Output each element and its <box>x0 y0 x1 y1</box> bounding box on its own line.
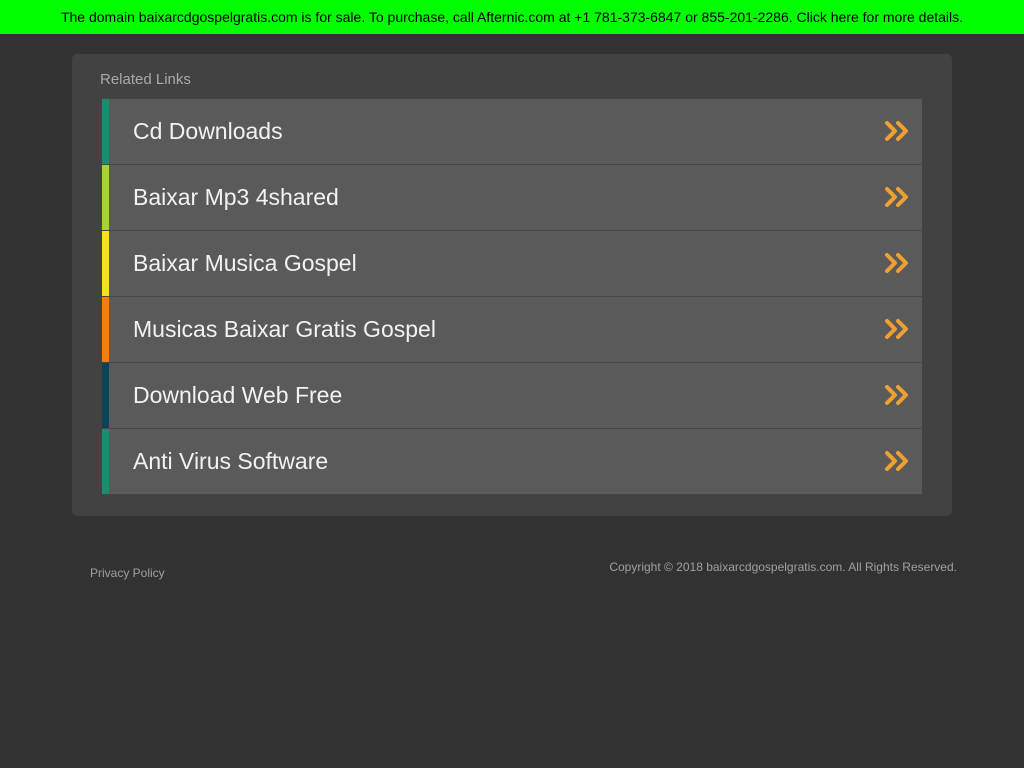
link-label: Download Web Free <box>133 382 343 408</box>
link-accent-bar <box>102 363 109 428</box>
related-link-download-web-free[interactable]: Download Web Free <box>102 363 922 429</box>
related-link-baixar-musica-gospel[interactable]: Baixar Musica Gospel <box>102 231 922 297</box>
link-label: Baixar Musica Gospel <box>133 250 357 276</box>
link-accent-bar <box>102 297 109 362</box>
double-chevron-right-icon <box>885 319 908 339</box>
related-links-list: Cd Downloads Baixar Mp3 4shared Baixar M… <box>102 98 922 495</box>
link-accent-bar <box>102 429 109 494</box>
related-links-panel: Related Links Cd Downloads Baixar Mp3 4s… <box>72 54 952 516</box>
double-chevron-right-icon <box>885 187 908 207</box>
double-chevron-right-icon <box>885 451 908 471</box>
related-link-musicas-baixar-gratis-gospel[interactable]: Musicas Baixar Gratis Gospel <box>102 297 922 363</box>
privacy-policy-link[interactable]: Privacy Policy <box>90 565 165 581</box>
copyright-text: Copyright © 2018 baixarcdgospelgratis.co… <box>609 560 957 574</box>
double-chevron-right-icon <box>885 385 908 405</box>
link-accent-bar <box>102 99 109 164</box>
domain-for-sale-banner[interactable]: The domain baixarcdgospelgratis.com is f… <box>0 0 1024 34</box>
double-chevron-right-icon <box>885 253 908 273</box>
link-label: Anti Virus Software <box>133 448 329 474</box>
banner-text: The domain baixarcdgospelgratis.com is f… <box>60 9 964 25</box>
link-accent-bar <box>102 165 109 230</box>
link-label: Cd Downloads <box>133 118 283 144</box>
related-link-cd-downloads[interactable]: Cd Downloads <box>102 98 922 165</box>
double-chevron-right-icon <box>885 121 908 141</box>
related-link-anti-virus-software[interactable]: Anti Virus Software <box>102 429 922 495</box>
link-accent-bar <box>102 231 109 296</box>
panel-title: Related Links <box>100 71 191 88</box>
link-label: Baixar Mp3 4shared <box>133 184 339 210</box>
related-link-baixar-mp3-4shared[interactable]: Baixar Mp3 4shared <box>102 165 922 231</box>
link-label: Musicas Baixar Gratis Gospel <box>133 316 436 342</box>
